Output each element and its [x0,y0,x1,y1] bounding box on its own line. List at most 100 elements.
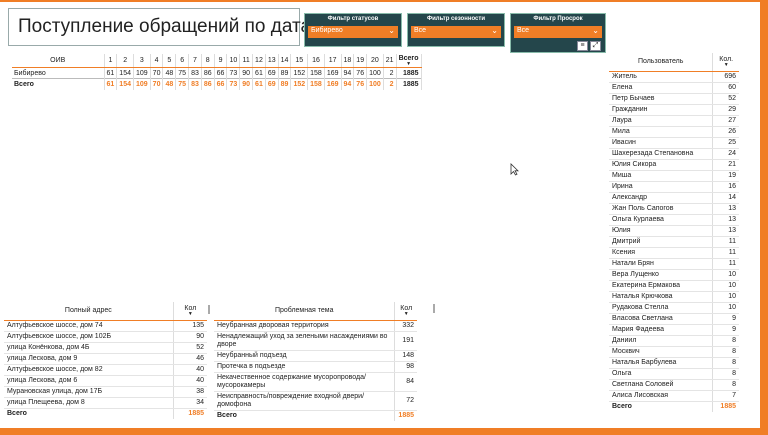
matrix-col-day[interactable]: 10 [226,54,241,68]
matrix-col-day[interactable]: 19 [353,54,368,68]
user-row[interactable]: Вера Лущенко 10 [609,269,739,281]
user-row[interactable]: Екатерина Ермакова 10 [609,280,739,292]
address-scrollbar[interactable] [208,305,210,314]
matrix-col-day[interactable]: 21 [383,54,397,68]
user-row[interactable]: Москвич 8 [609,346,739,358]
user-row[interactable]: Юлия Сикора 21 [609,159,739,171]
user-row[interactable]: Даниил 8 [609,335,739,347]
matrix-col-day[interactable]: 12 [252,54,266,68]
user-row[interactable]: Ивасин 25 [609,137,739,149]
focus-mode-icon[interactable]: ⤢ [590,41,601,51]
address-row[interactable]: улица Лескова, дом 6 40 [4,375,207,387]
matrix-col-day[interactable]: 2 [116,54,134,68]
season-filter-select[interactable]: Все ⌄ [411,26,501,38]
user-row[interactable]: Миша 19 [609,170,739,182]
user-row[interactable]: Светлана Соловей 8 [609,379,739,391]
topic-col-topic[interactable]: Проблемная тема [214,302,396,321]
user-row-count: 11 [712,247,739,259]
address-row[interactable]: улица Конёнкова, дом 4Б 52 [4,342,207,354]
matrix-col-day[interactable]: 1 [104,54,118,68]
topic-row[interactable]: Некачественное содержание мусоропровода/… [214,372,417,392]
topic-row[interactable]: Неубранный подъезд 148 [214,350,417,362]
user-row[interactable]: Натали Брян 11 [609,258,739,270]
matrix-col-day[interactable]: 9 [214,54,228,68]
filter-icon[interactable]: ≡ [577,41,588,51]
user-row[interactable]: Елена 60 [609,82,739,94]
address-row[interactable]: Алтуфьевское шоссе, дом 102Б 90 [4,331,207,343]
frame-bottom-border [0,428,768,435]
address-col-count[interactable]: Кол ▼ [173,302,207,321]
user-row-count: 19 [712,170,739,182]
matrix-cell: 48 [162,67,177,79]
matrix-col-day[interactable]: 15 [290,54,309,68]
matrix-col-day[interactable]: 18 [341,54,355,68]
topic-row[interactable]: Ненадлежащий уход за зелеными насаждения… [214,331,417,351]
status-filter-select[interactable]: Бибирево ⌄ [308,26,398,38]
matrix-row-header[interactable]: ОИВ [12,54,105,68]
matrix-row-total: 1885 [396,67,422,79]
topic-row[interactable]: Неисправность/повреждение входной двери/… [214,391,417,411]
user-row[interactable]: Жан Поль Сапогов 13 [609,203,739,215]
user-row[interactable]: Власова Светлана 9 [609,313,739,325]
user-row-count: 11 [712,258,739,270]
user-row[interactable]: Алиса Лисовская 7 [609,390,739,402]
user-row[interactable]: Ирина 16 [609,181,739,193]
user-row-count: 13 [712,214,739,226]
matrix-col-day[interactable]: 5 [162,54,177,68]
user-row[interactable]: Гражданин 29 [609,104,739,116]
user-row[interactable]: Ксения 11 [609,247,739,259]
user-row-label: Юлия [609,225,714,237]
user-row-count: 10 [712,269,739,281]
topic-row-count: 191 [394,331,417,351]
matrix-col-day[interactable]: 11 [239,54,254,68]
status-filter[interactable]: Фильтр статусов Бибирево ⌄ [304,13,402,47]
user-row-count: 7 [712,390,739,402]
user-row[interactable]: Наталья Барбулева 8 [609,357,739,369]
user-row-label: Ирина [609,181,714,193]
user-row[interactable]: Наталья Крючкова 10 [609,291,739,303]
user-row[interactable]: Рудакова Стелла 10 [609,302,739,314]
overdue-filter[interactable]: Фильтр Просрок Все ⌄ ≡ ⤢ [510,13,606,53]
user-row[interactable]: Дмитрий 11 [609,236,739,248]
users-col-user[interactable]: Пользователь [609,53,714,72]
overdue-filter-select[interactable]: Все ⌄ [514,26,602,38]
topic-row[interactable]: Протечка в подъезде 98 [214,361,417,373]
address-row[interactable]: улица Лескова, дом 9 46 [4,353,207,365]
address-row[interactable]: Алтуфьевское шоссе, дом 74 135 [4,320,207,332]
topic-scrollbar[interactable] [433,304,435,313]
matrix-col-day[interactable]: 8 [201,54,215,68]
user-row[interactable]: Мария Фадеева 9 [609,324,739,336]
chevron-down-icon[interactable]: ⌄ [491,26,498,35]
matrix-col-day[interactable]: 7 [188,54,202,68]
user-row[interactable]: Петр Бычаев 52 [609,93,739,105]
topic-col-count[interactable]: Кол ▼ [394,302,417,321]
matrix-col-day[interactable]: 3 [133,54,151,68]
user-row[interactable]: Ольга Курлаева 13 [609,214,739,226]
chevron-down-icon[interactable]: ⌄ [388,26,395,35]
user-row[interactable]: Житель 696 [609,71,739,83]
season-filter[interactable]: Фильтр сезонности Все ⌄ [407,13,505,47]
users-col-count[interactable]: Кол. ▼ [712,53,739,72]
user-row[interactable]: Александр 14 [609,192,739,204]
address-col-address[interactable]: Полный адрес [4,302,174,321]
user-row-count: 24 [712,148,739,160]
user-row[interactable]: Юлия 13 [609,225,739,237]
address-row[interactable]: Мурановская улица, дом 17Б 38 [4,386,207,398]
user-row[interactable]: Ольга 8 [609,368,739,380]
matrix-col-day[interactable]: 14 [278,54,292,68]
matrix-col-day[interactable]: 16 [307,54,325,68]
address-row[interactable]: Алтуфьевское шоссе, дом 82 40 [4,364,207,376]
chevron-down-icon[interactable]: ⌄ [592,26,599,35]
matrix-col-day[interactable]: 17 [324,54,342,68]
user-row[interactable]: Шахерезада Степановна 24 [609,148,739,160]
address-row[interactable]: улица Плещеева, дом 8 34 [4,397,207,409]
matrix-col-day[interactable]: 4 [150,54,164,68]
user-row[interactable]: Мила 26 [609,126,739,138]
matrix-col-day[interactable]: 13 [265,54,279,68]
matrix-col-day[interactable]: 20 [366,54,384,68]
matrix-cell: 75 [175,67,190,79]
topic-row[interactable]: Неубранная дворовая территория 332 [214,320,417,332]
user-row[interactable]: Лаура 27 [609,115,739,127]
matrix-col-day[interactable]: 6 [175,54,190,68]
matrix-col-total[interactable]: Всего ▼ [396,54,422,68]
